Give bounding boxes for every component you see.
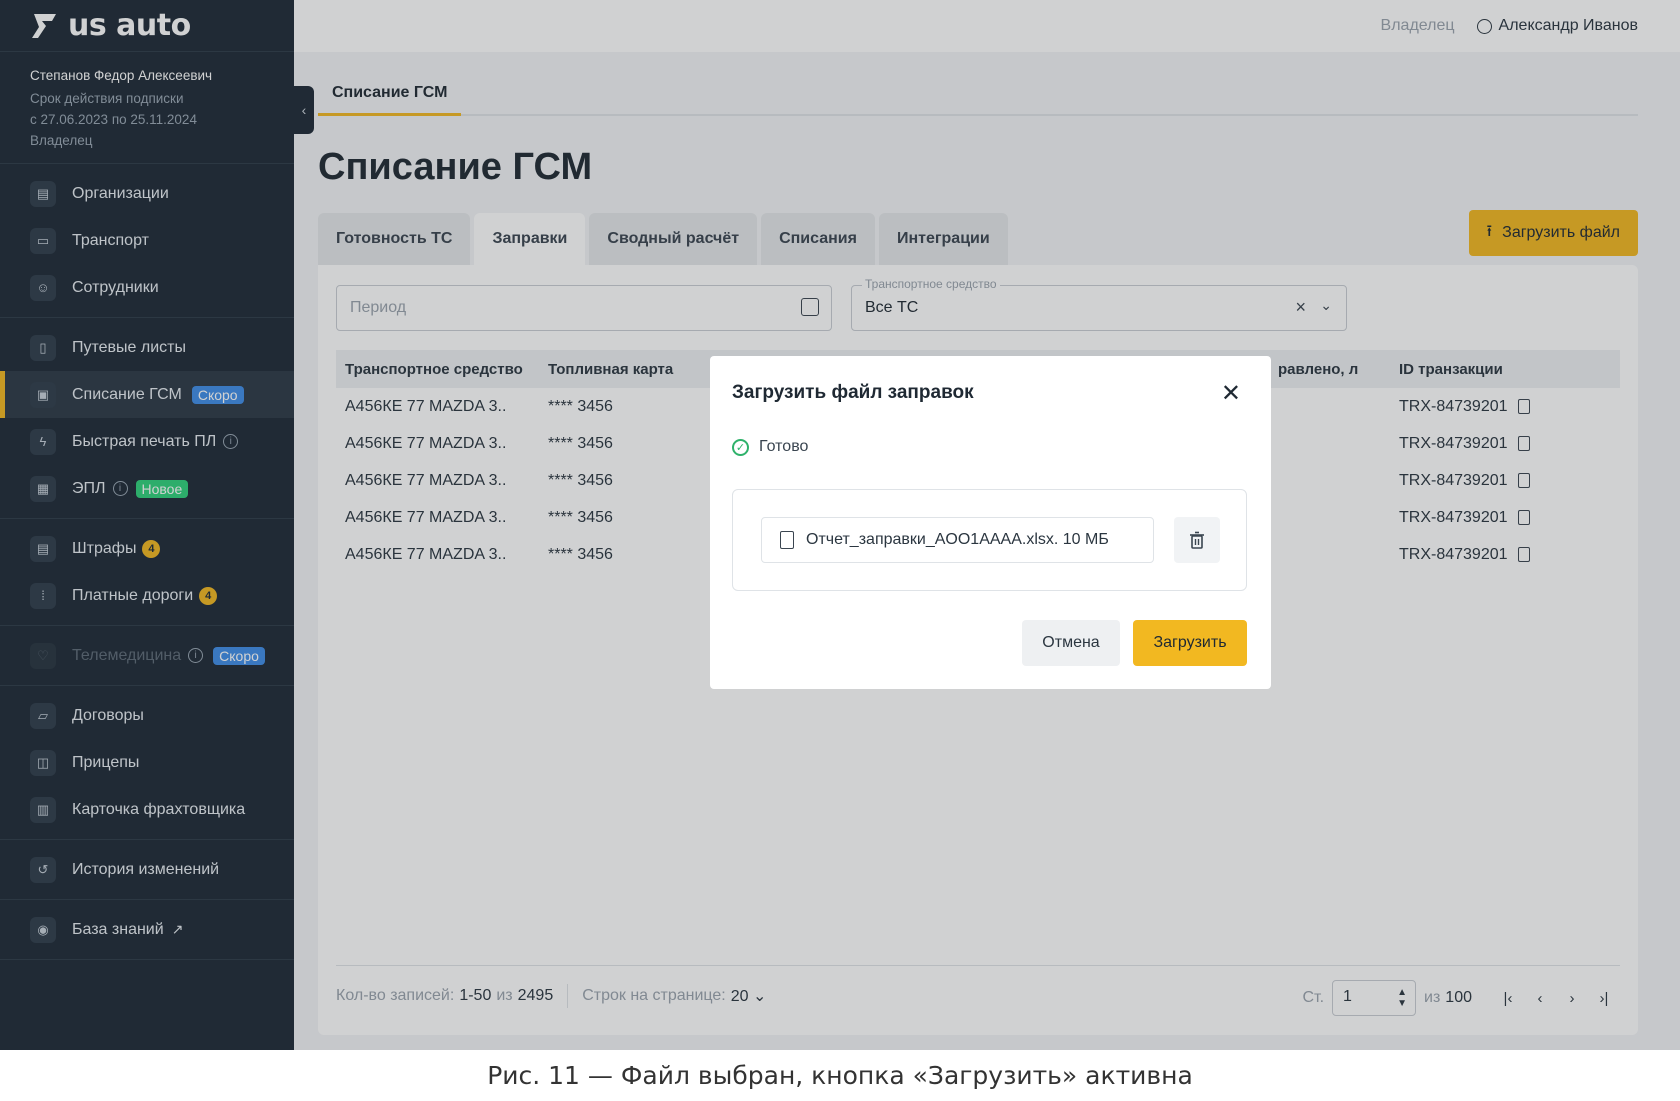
figure-caption: Рис. 11 — Файл выбран, кнопка «Загрузить… [0, 1050, 1680, 1101]
app-window: us auto Степанов Федор Алексеевич Срок д… [0, 0, 1680, 1050]
upload-modal: Загрузить файл заправок ✕ ✓ Готово Отчет… [710, 356, 1271, 689]
submit-upload-button[interactable]: Загрузить [1133, 620, 1247, 666]
cancel-button[interactable]: Отмена [1022, 620, 1120, 666]
file-icon [780, 531, 794, 549]
selected-file: Отчет_заправки_AOO1AAAA.xlsx. 10 МБ [761, 517, 1154, 563]
close-icon[interactable]: ✕ [1221, 379, 1241, 408]
status-text: Готово [759, 438, 809, 455]
delete-file-button[interactable] [1174, 517, 1220, 563]
modal-title: Загрузить файл заправок [732, 382, 974, 403]
file-name: Отчет_заправки_AOO1AAAA.xlsx. 10 МБ [806, 531, 1109, 548]
check-circle-icon: ✓ [732, 438, 749, 456]
trash-icon [1190, 531, 1204, 549]
upload-status: ✓ Готово [732, 438, 808, 456]
file-dropzone[interactable]: Отчет_заправки_AOO1AAAA.xlsx. 10 МБ [732, 489, 1247, 591]
